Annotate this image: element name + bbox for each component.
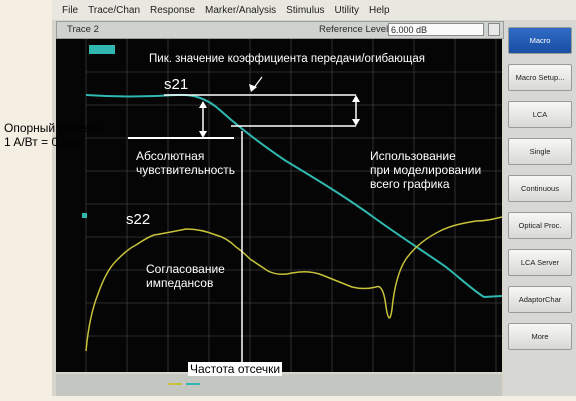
trace-display (82, 39, 503, 372)
cutoff-frequency-label: Частота отсечки (188, 362, 283, 376)
reference-level-line2: 1 A/Вт = 0 дБе (4, 135, 84, 149)
status-legend (168, 383, 200, 385)
reference-level-input[interactable]: 6.000 dB (388, 23, 484, 36)
trace-start-marker (82, 213, 87, 218)
optical-proc-button[interactable]: Optical Proc. (508, 212, 572, 239)
single-button[interactable]: Single (508, 138, 572, 165)
whole-graph-line1: Использование (370, 149, 456, 163)
lca-server-button[interactable]: LCA Server (508, 249, 572, 276)
menu-marker-analysis[interactable]: Marker/Analysis (205, 5, 276, 16)
reference-level-label: Reference Level (319, 24, 389, 35)
plot-grid (85, 39, 502, 372)
envelope-arrow-up (352, 95, 360, 102)
reference-level-line1: Опорный уровень (4, 121, 104, 135)
menu-utility[interactable]: Utility (335, 5, 359, 16)
sensitivity-arrow-down (199, 131, 207, 138)
menu-help[interactable]: Help (369, 5, 390, 16)
abs-sensitivity-line2: чувствительность (136, 163, 236, 177)
channel-badge (89, 45, 115, 54)
lca-button[interactable]: LCA (508, 101, 572, 128)
macro-setup-button[interactable]: Macro Setup... (508, 64, 572, 91)
s21-label: s21 (164, 76, 189, 93)
sensitivity-arrow-up (199, 101, 207, 108)
menu-bar: File Trace/Chan Response Marker/Analysis… (52, 0, 576, 20)
measurement-plot: Пик. значение коэффициента передачи/огиб… (56, 39, 503, 372)
status-bar (56, 374, 502, 396)
softkey-panel: Macro Macro Setup... LCA Single Continuo… (504, 21, 576, 396)
continuous-button[interactable]: Continuous (508, 175, 572, 202)
s22-label: s22 (126, 211, 151, 228)
menu-stimulus[interactable]: Stimulus (286, 5, 324, 16)
macro-button[interactable]: Macro (508, 27, 572, 54)
peak-annotation: Пик. значение коэффициента передачи/огиб… (149, 53, 425, 65)
envelope-arrow-down (352, 119, 360, 126)
more-button[interactable]: More (508, 323, 572, 350)
trace-label: Trace 2 (67, 24, 99, 35)
menu-file[interactable]: File (62, 5, 78, 16)
menu-response[interactable]: Response (150, 5, 195, 16)
trace-toolbar: Trace 2 Reference Level 6.000 dB (56, 21, 504, 39)
impedance-line1: Согласование (146, 262, 225, 276)
whole-graph-line2: при моделировании (370, 163, 482, 177)
adaptor-char-button[interactable]: AdaptorChar (508, 286, 572, 313)
menu-trace-chan[interactable]: Trace/Chan (88, 5, 140, 16)
abs-sensitivity-line1: Абсолютная (136, 149, 205, 163)
reference-level-spinner[interactable] (488, 23, 500, 36)
impedance-line2: импедансов (146, 276, 214, 290)
whole-graph-line3: всего графика (370, 177, 450, 191)
